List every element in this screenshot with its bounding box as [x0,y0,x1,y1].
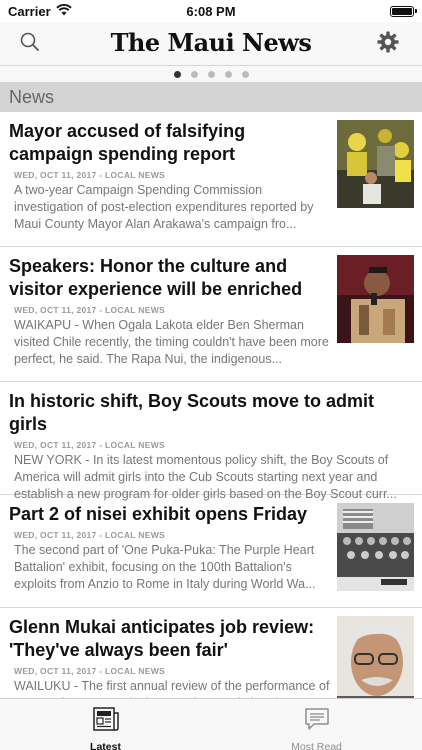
list-item[interactable]: Glenn Mukai anticipates job review: 'The… [0,608,422,698]
carrier-label: Carrier [8,3,51,19]
list-item[interactable]: In historic shift, Boy Scouts move to ad… [0,382,422,501]
page-dot[interactable] [241,70,249,78]
tab-bar: Latest Most Read [0,698,422,750]
list-item[interactable]: Speakers: Honor the culture and visitor … [0,247,422,382]
tab-most-read[interactable]: Most Read [211,699,422,750]
article-thumbnail [337,616,414,698]
gear-icon [376,30,400,59]
article-meta: Wed, Oct 11, 2017 - LOCAL NEWS [14,440,166,450]
section-header: News [0,82,422,112]
page-dot[interactable] [173,70,181,78]
tab-label: Latest [90,741,121,750]
newspaper-icon [92,707,119,736]
list-item[interactable]: Part 2 of nisei exhibit opens Friday Wed… [0,495,422,608]
article-thumbnail [337,120,414,208]
page-indicator[interactable] [0,66,422,82]
tab-label: Most Read [291,741,342,750]
article-title: Glenn Mukai anticipates job review: 'The… [9,617,315,660]
article-summary: The second part of 'One Puka-Puka: The P… [14,543,316,591]
status-left: Carrier [8,4,72,19]
page-dot[interactable] [224,70,232,78]
app-title: The Maui News [110,28,312,57]
wifi-icon [56,3,72,19]
page-dot[interactable] [207,70,215,78]
article-summary: A two-year Campaign Spending Commission … [14,183,314,231]
article-list[interactable]: Mayor accused of falsifying campaign spe… [0,112,422,698]
tab-latest[interactable]: Latest [0,699,211,750]
article-title: Part 2 of nisei exhibit opens Friday [9,504,308,524]
article-title: In historic shift, Boy Scouts move to ad… [9,391,375,434]
list-item[interactable]: Mayor accused of falsifying campaign spe… [0,112,422,247]
nav-bar: The Maui News [0,22,422,66]
article-title: Speakers: Honor the culture and visitor … [9,256,303,299]
page-dot[interactable] [190,70,198,78]
article-thumbnail [337,255,414,343]
article-summary: WAIKAPU - When Ogala Lakota elder Ben Sh… [14,318,329,366]
article-title: Mayor accused of falsifying campaign spe… [9,121,246,164]
battery-icon [390,5,417,17]
article-thumbnail [337,503,414,591]
message-icon [304,707,330,736]
status-bar: Carrier 6:08 PM [0,0,422,22]
article-summary: WAILUKU - The first annual review of the… [14,679,330,698]
settings-button[interactable] [374,30,402,58]
